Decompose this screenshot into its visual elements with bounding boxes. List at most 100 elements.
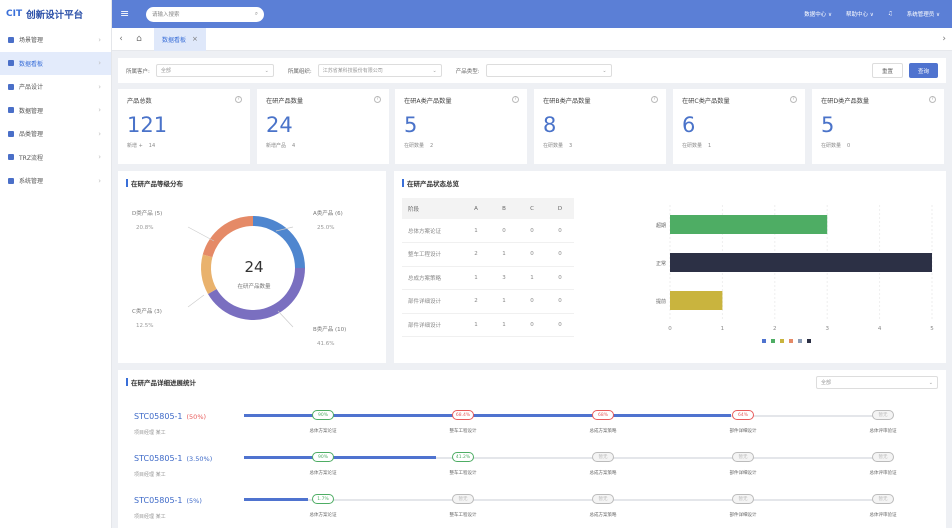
- table-cell: 0: [518, 289, 546, 314]
- legend-swatch[interactable]: [771, 339, 775, 343]
- tab-data-board[interactable]: 数据看板 ×: [154, 27, 206, 51]
- table-cell: 0: [546, 219, 574, 243]
- table-cell: 1: [462, 219, 490, 243]
- product-code[interactable]: STC05805-1 (5%): [134, 496, 202, 505]
- table-row: 部件详细设计 1 1 0 0: [402, 313, 574, 337]
- sidebar-item[interactable]: 品类管理 ›: [0, 122, 111, 146]
- top-link[interactable]: ♫: [888, 11, 893, 17]
- table-cell: 0: [518, 219, 546, 243]
- sidebar-item-label: 品类管理: [19, 131, 44, 139]
- type-select[interactable]: ⌄: [485, 64, 612, 77]
- legend-swatch[interactable]: [789, 339, 793, 343]
- progress-percent: (3.50%): [186, 455, 213, 463]
- tab-prev-icon[interactable]: ‹: [112, 34, 130, 44]
- home-icon[interactable]: ⌂: [130, 34, 148, 44]
- help-icon[interactable]: ?: [512, 96, 519, 103]
- x-tick: 0: [668, 326, 672, 332]
- bar[interactable]: [670, 253, 932, 272]
- stage-badge[interactable]: 暂无: [592, 452, 614, 462]
- customer-select[interactable]: 全部 ⌄: [155, 64, 274, 77]
- help-icon[interactable]: ?: [235, 96, 242, 103]
- sidebar-item[interactable]: 数据管理 ›: [0, 99, 111, 123]
- help-icon[interactable]: ?: [374, 96, 381, 103]
- sidebar-item[interactable]: TRZ流程 ›: [0, 146, 111, 170]
- close-icon[interactable]: ×: [192, 35, 198, 43]
- stage-label: 整车工程设计: [449, 471, 477, 476]
- leader-line: [187, 226, 215, 242]
- top-link[interactable]: 系统管理员 ∨: [907, 10, 940, 18]
- app-logo[interactable]: CIT 创新设计平台: [0, 0, 111, 28]
- legend-swatch[interactable]: [780, 339, 784, 343]
- stage-badge[interactable]: 暂无: [872, 410, 894, 420]
- query-button[interactable]: 查询: [908, 63, 938, 78]
- stage-badge[interactable]: 暂无: [872, 494, 894, 504]
- help-icon[interactable]: ?: [790, 96, 797, 103]
- bar[interactable]: [670, 291, 723, 310]
- sidebar-item[interactable]: 产品设计 ›: [0, 75, 111, 99]
- sidebar-item[interactable]: 系统管理 ›: [0, 169, 111, 193]
- stage-badge[interactable]: 暂无: [732, 494, 754, 504]
- tab-next-icon[interactable]: ›: [942, 34, 946, 44]
- reset-button[interactable]: 重置: [871, 63, 903, 78]
- stage-label: 总体评审验证: [869, 471, 897, 476]
- search-icon[interactable]: ⌕: [255, 11, 258, 18]
- legend-swatch[interactable]: [798, 339, 802, 343]
- stage-badge[interactable]: 64%: [732, 410, 754, 420]
- sidebar-item-label: 产品设计: [19, 84, 44, 92]
- bar[interactable]: [670, 215, 828, 234]
- sidebar-item[interactable]: 数据看板 ›: [0, 51, 111, 75]
- menu-icon: [8, 130, 14, 137]
- chevron-right-icon: ›: [98, 82, 101, 91]
- top-link[interactable]: 帮助中心 ∨: [846, 10, 874, 18]
- chevron-right-icon: ›: [98, 106, 101, 115]
- product-code-text: STC05805-1: [134, 496, 183, 505]
- stage-badge[interactable]: 41.2%: [452, 452, 474, 462]
- org-select[interactable]: 江苏省某科技股份有限公司 ⌄: [317, 64, 442, 77]
- product-code[interactable]: STC05805-1 (50%): [134, 412, 206, 421]
- stat-sub-label: 在研数量: [682, 143, 703, 149]
- stat-sub: 新增 + 14: [127, 142, 241, 149]
- stage-badge[interactable]: 90%: [312, 452, 334, 462]
- filter-label-type: 产品类型:: [455, 68, 480, 75]
- progress-filter-select[interactable]: 全部 ⌄: [816, 376, 938, 389]
- product-code[interactable]: STC05805-1 (3.50%): [134, 454, 212, 463]
- legend-swatch[interactable]: [807, 339, 811, 343]
- stage-label: 部件详细设计: [729, 513, 757, 518]
- donut-slice[interactable]: [201, 254, 217, 294]
- stage-badge[interactable]: 暂无: [732, 452, 754, 462]
- top-link[interactable]: 数据中心 ∨: [804, 10, 832, 18]
- sidebar-item[interactable]: 场景管理 ›: [0, 28, 111, 52]
- stage-badge[interactable]: 暂无: [592, 494, 614, 504]
- progress-row[interactable]: STC05805-1 (50%) 项目经理 某工 90% 总体方案论证 68.4% 整车工程…: [134, 410, 934, 440]
- stage-badge[interactable]: 暂无: [872, 452, 894, 462]
- stage-badge[interactable]: 68%: [592, 410, 614, 420]
- table-header-cell: A: [462, 198, 490, 219]
- progress-row[interactable]: STC05805-1 (5%) 项目经理 某工 1.7% 总体方案论证 暂无 整车工程设计 暂…: [134, 494, 934, 524]
- help-icon[interactable]: ?: [929, 96, 936, 103]
- chevron-right-icon: ›: [98, 35, 101, 44]
- stat-card: 在研B类产品数量? 8 在研数量 3: [534, 89, 666, 164]
- stat-sub-label: 新增 +: [127, 143, 143, 149]
- sidebar: CIT 创新设计平台 场景管理 › 数据看板 › 产品设计 › 数据管理 › 品类管理 › TRZ流…: [0, 0, 112, 528]
- status-overview-panel: 在研产品状态总览 阶段 A B C D 总体方案论证 1 0 0 0 整车工程设计 2 1 0 0 总成方案策…: [394, 171, 946, 363]
- donut-slice[interactable]: [202, 216, 253, 258]
- stage-badge[interactable]: 90%: [312, 410, 334, 420]
- table-cell: 2: [462, 289, 490, 314]
- stage-label: 部件详细设计: [729, 429, 757, 434]
- progress-track: [244, 499, 885, 501]
- menu-toggle-icon[interactable]: ≡: [120, 8, 134, 19]
- help-icon[interactable]: ?: [651, 96, 658, 103]
- slice-pct: 12.5%: [136, 323, 153, 329]
- stage-badge[interactable]: 暂无: [452, 494, 474, 504]
- stage-label: 总成方案策略: [589, 513, 617, 518]
- stage-badge[interactable]: 68.4%: [452, 410, 474, 420]
- table-cell: 1: [490, 313, 518, 337]
- donut-center-value: 24: [244, 258, 264, 276]
- stage-badge[interactable]: 1.7%: [312, 494, 334, 504]
- search-input[interactable]: 请输入搜索 ⌕: [146, 6, 264, 22]
- stat-sub-value: 3: [569, 143, 573, 149]
- progress-row[interactable]: STC05805-1 (3.50%) 项目经理 某工 90% 总体方案论证 41.2% 整车…: [134, 452, 934, 482]
- sidebar-item-label: 数据管理: [19, 107, 44, 115]
- legend-swatch[interactable]: [762, 339, 766, 343]
- table-header-cell: 阶段: [402, 198, 462, 219]
